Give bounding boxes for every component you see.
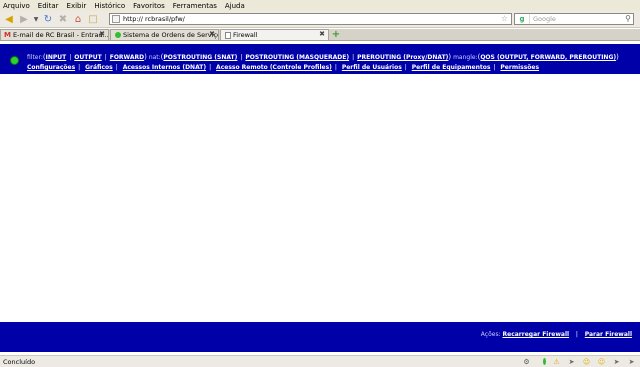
arrow-icon[interactable]: ➤ [567, 357, 576, 366]
close-icon[interactable]: ✖ [99, 30, 105, 38]
menu-item-favoritos[interactable]: Favoritos [133, 2, 165, 10]
close-icon[interactable]: ✖ [319, 30, 325, 38]
tab-firewall[interactable]: Firewall ✖ [220, 29, 329, 40]
search-engine-icon[interactable]: g [515, 14, 530, 24]
smiley-icon-2[interactable]: ☺ [597, 357, 606, 366]
nat-label: nat: [148, 54, 161, 61]
navigation-toolbar: ◀ ▶ ▼ ↻ ✖ ⌂ □ http:// rcbrasil/pfw/ ☆ g … [0, 11, 640, 28]
link-acesso-remoto[interactable]: Acesso Remoto (Controle Profiles) [216, 64, 332, 71]
gmail-icon: M [4, 31, 11, 39]
search-box[interactable]: g Google ⚲ [514, 13, 634, 25]
chain-menu: filter:(INPUT | OUTPUT | FORWARD) nat:(POSTR… [27, 53, 619, 61]
firewall-footer: Ações: Recarregar Firewall | Parar Firew… [0, 322, 640, 352]
link-acessos-internos[interactable]: Acessos Internos (DNAT) [123, 64, 206, 71]
bookmark-star-icon[interactable]: ☆ [501, 14, 508, 23]
tab-label: E-mail de RC Brasil - Entrad... [13, 31, 109, 39]
home-icon[interactable]: ⌂ [71, 13, 85, 26]
arrow-icon-3[interactable]: ➤ [627, 357, 636, 366]
tab-email[interactable]: M E-mail de RC Brasil - Entrad... ✖ [0, 29, 109, 40]
admin-menu: Configurações | Gráficos | Acessos Interno… [27, 64, 540, 71]
footer-actions: Ações: Recarregar Firewall | Parar Firew… [480, 331, 632, 338]
close-icon[interactable]: ✖ [209, 30, 215, 38]
link-perfil-equipamentos[interactable]: Perfil de Equipamentos [412, 64, 491, 71]
reload-icon[interactable]: ↻ [41, 13, 55, 26]
link-forward[interactable]: FORWARD [110, 54, 144, 61]
search-placeholder: Google [533, 15, 556, 23]
address-text: http:// rcbrasil/pfw/ [123, 15, 185, 23]
tab-label: Firewall [233, 31, 258, 39]
stop-icon[interactable]: ✖ [56, 13, 70, 26]
address-bar[interactable]: http:// rcbrasil/pfw/ ☆ [109, 13, 512, 25]
filter-label: filter: [27, 54, 43, 61]
green-dot-icon [114, 32, 121, 39]
reload-firewall-link[interactable]: Recarregar Firewall [503, 331, 570, 338]
link-permissoes[interactable]: Permissões [500, 64, 539, 71]
mangle-label: mangle: [453, 54, 478, 61]
smiley-icon[interactable]: ☺ [582, 357, 591, 366]
menu-item-arquivo[interactable]: Arquivo [3, 2, 30, 10]
link-postrouting-masquerade[interactable]: POSTROUTING (MASQUERADE) [245, 54, 349, 61]
tab-ordens-servico[interactable]: Sistema de Ordens de Serviço ✖ [110, 29, 219, 40]
forward-arrow-icon[interactable]: ▶ [17, 13, 31, 26]
status-icons: ⚙ ⚠ ➤ ☺ ☺ ➤ ➤ [516, 357, 636, 366]
menu-bar: Arquivo Editar Exibir Histórico Favorito… [0, 0, 640, 11]
status-bar: Concluído ⚙ ⚠ ➤ ☺ ☺ ➤ ➤ [0, 355, 640, 367]
menu-item-exibir[interactable]: Exibir [67, 2, 87, 10]
link-input[interactable]: INPUT [46, 54, 67, 61]
link-prerouting-dnat[interactable]: PREROUTING (Proxy/DNAT) [357, 54, 448, 61]
link-graficos[interactable]: Gráficos [85, 64, 113, 71]
new-tab-icon[interactable]: + [330, 29, 342, 40]
bookmarks-folder-icon[interactable]: □ [86, 13, 100, 26]
warning-icon[interactable]: ⚠ [552, 357, 561, 366]
green-status-icon[interactable] [537, 357, 546, 366]
menu-item-ferramentas[interactable]: Ferramentas [173, 2, 217, 10]
menu-item-ajuda[interactable]: Ajuda [225, 2, 245, 10]
main-content [0, 74, 640, 322]
link-postrouting-snat[interactable]: POSTROUTING (SNAT) [163, 54, 237, 61]
link-output[interactable]: OUTPUT [74, 54, 101, 61]
status-indicator-icon [10, 56, 19, 65]
actions-label: Ações: [480, 331, 501, 338]
tab-bar: M E-mail de RC Brasil - Entrad... ✖ Sist… [0, 29, 640, 41]
menu-item-historico[interactable]: Histórico [94, 2, 125, 10]
addon-icon[interactable]: ⚙ [522, 357, 531, 366]
status-text: Concluído [3, 357, 36, 366]
arrow-icon-2[interactable]: ➤ [612, 357, 621, 366]
link-perfil-usuarios[interactable]: Perfil de Usuários [342, 64, 402, 71]
page-icon [224, 31, 231, 39]
link-qos[interactable]: QOS (OUTPUT, FORWARD, PREROUTING) [480, 54, 616, 61]
stop-firewall-link[interactable]: Parar Firewall [585, 331, 632, 338]
tab-label: Sistema de Ordens de Serviço [123, 31, 219, 39]
page-favicon-icon [112, 15, 120, 23]
search-icon[interactable]: ⚲ [625, 14, 631, 23]
back-arrow-icon[interactable]: ◀ [2, 13, 16, 26]
history-dropdown-icon[interactable]: ▼ [32, 13, 40, 26]
firewall-header: filter:(INPUT | OUTPUT | FORWARD) nat:(POSTR… [0, 44, 640, 74]
menu-item-editar[interactable]: Editar [38, 2, 59, 10]
link-configuracoes[interactable]: Configurações [27, 64, 75, 71]
